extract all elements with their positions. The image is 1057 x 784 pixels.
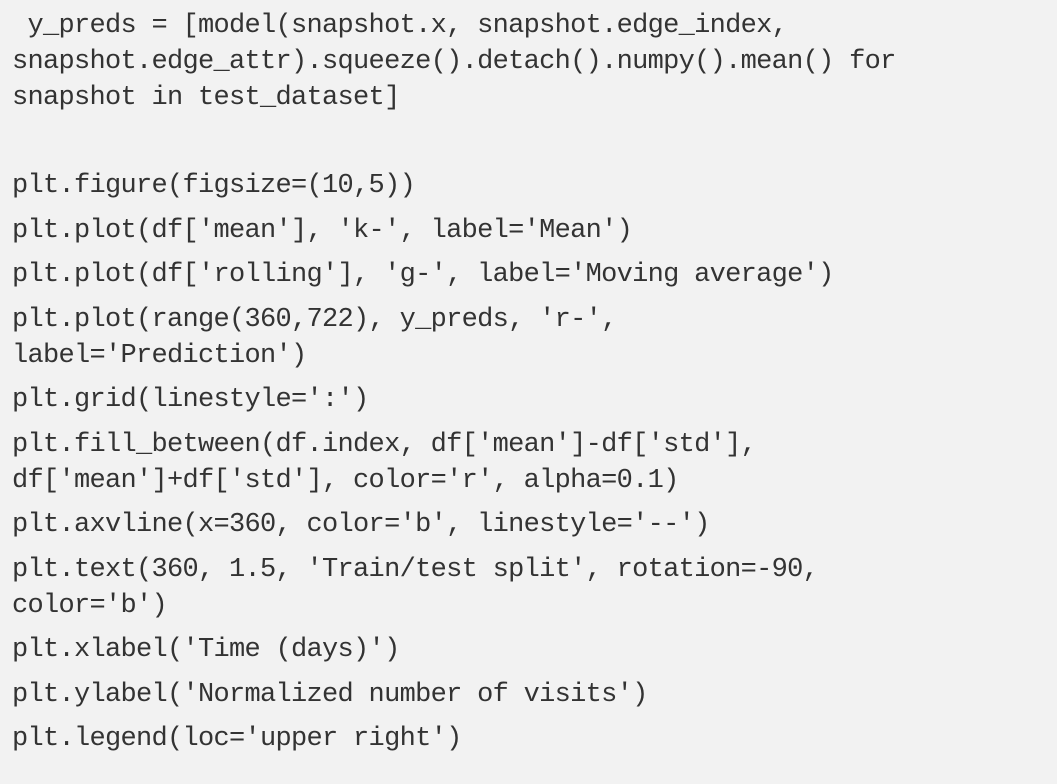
- code-line: plt.axvline(x=360, color='b', linestyle=…: [12, 510, 710, 540]
- code-line: plt.figure(figsize=(10,5)): [12, 171, 416, 201]
- code-line: snapshot.edge_attr).squeeze().detach().n…: [12, 47, 896, 77]
- code-line: plt.plot(range(360,722), y_preds, 'r-',: [12, 304, 617, 335]
- code-line: plt.text(360, 1.5, 'Train/test split', r…: [12, 554, 819, 585]
- code-line: plt.plot(df['rolling'], 'g-', label='Mov…: [12, 260, 834, 290]
- code-line: plt.fill_between(df.index, df['mean']-df…: [12, 429, 757, 460]
- code-block: y_preds = [model(snapshot.x, snapshot.ed…: [0, 0, 1057, 784]
- code-line: color='b'): [12, 590, 168, 621]
- code-line: y_preds = [model(snapshot.x, snapshot.ed…: [12, 11, 788, 41]
- code-line: df['mean']+df['std'], color='r', alpha=0…: [12, 465, 679, 496]
- code-line: plt.ylabel('Normalized number of visits'…: [12, 679, 648, 710]
- code-line: plt.plot(df['mean'], 'k-', label='Mean'): [12, 215, 633, 246]
- code-line: snapshot in test_dataset]: [12, 83, 400, 113]
- code-line: plt.grid(linestyle=':'): [12, 385, 369, 415]
- code-line: plt.legend(loc='upper right'): [12, 724, 462, 754]
- code-line: plt.xlabel('Time (days)'): [12, 635, 400, 665]
- code-line: label='Prediction'): [12, 340, 307, 371]
